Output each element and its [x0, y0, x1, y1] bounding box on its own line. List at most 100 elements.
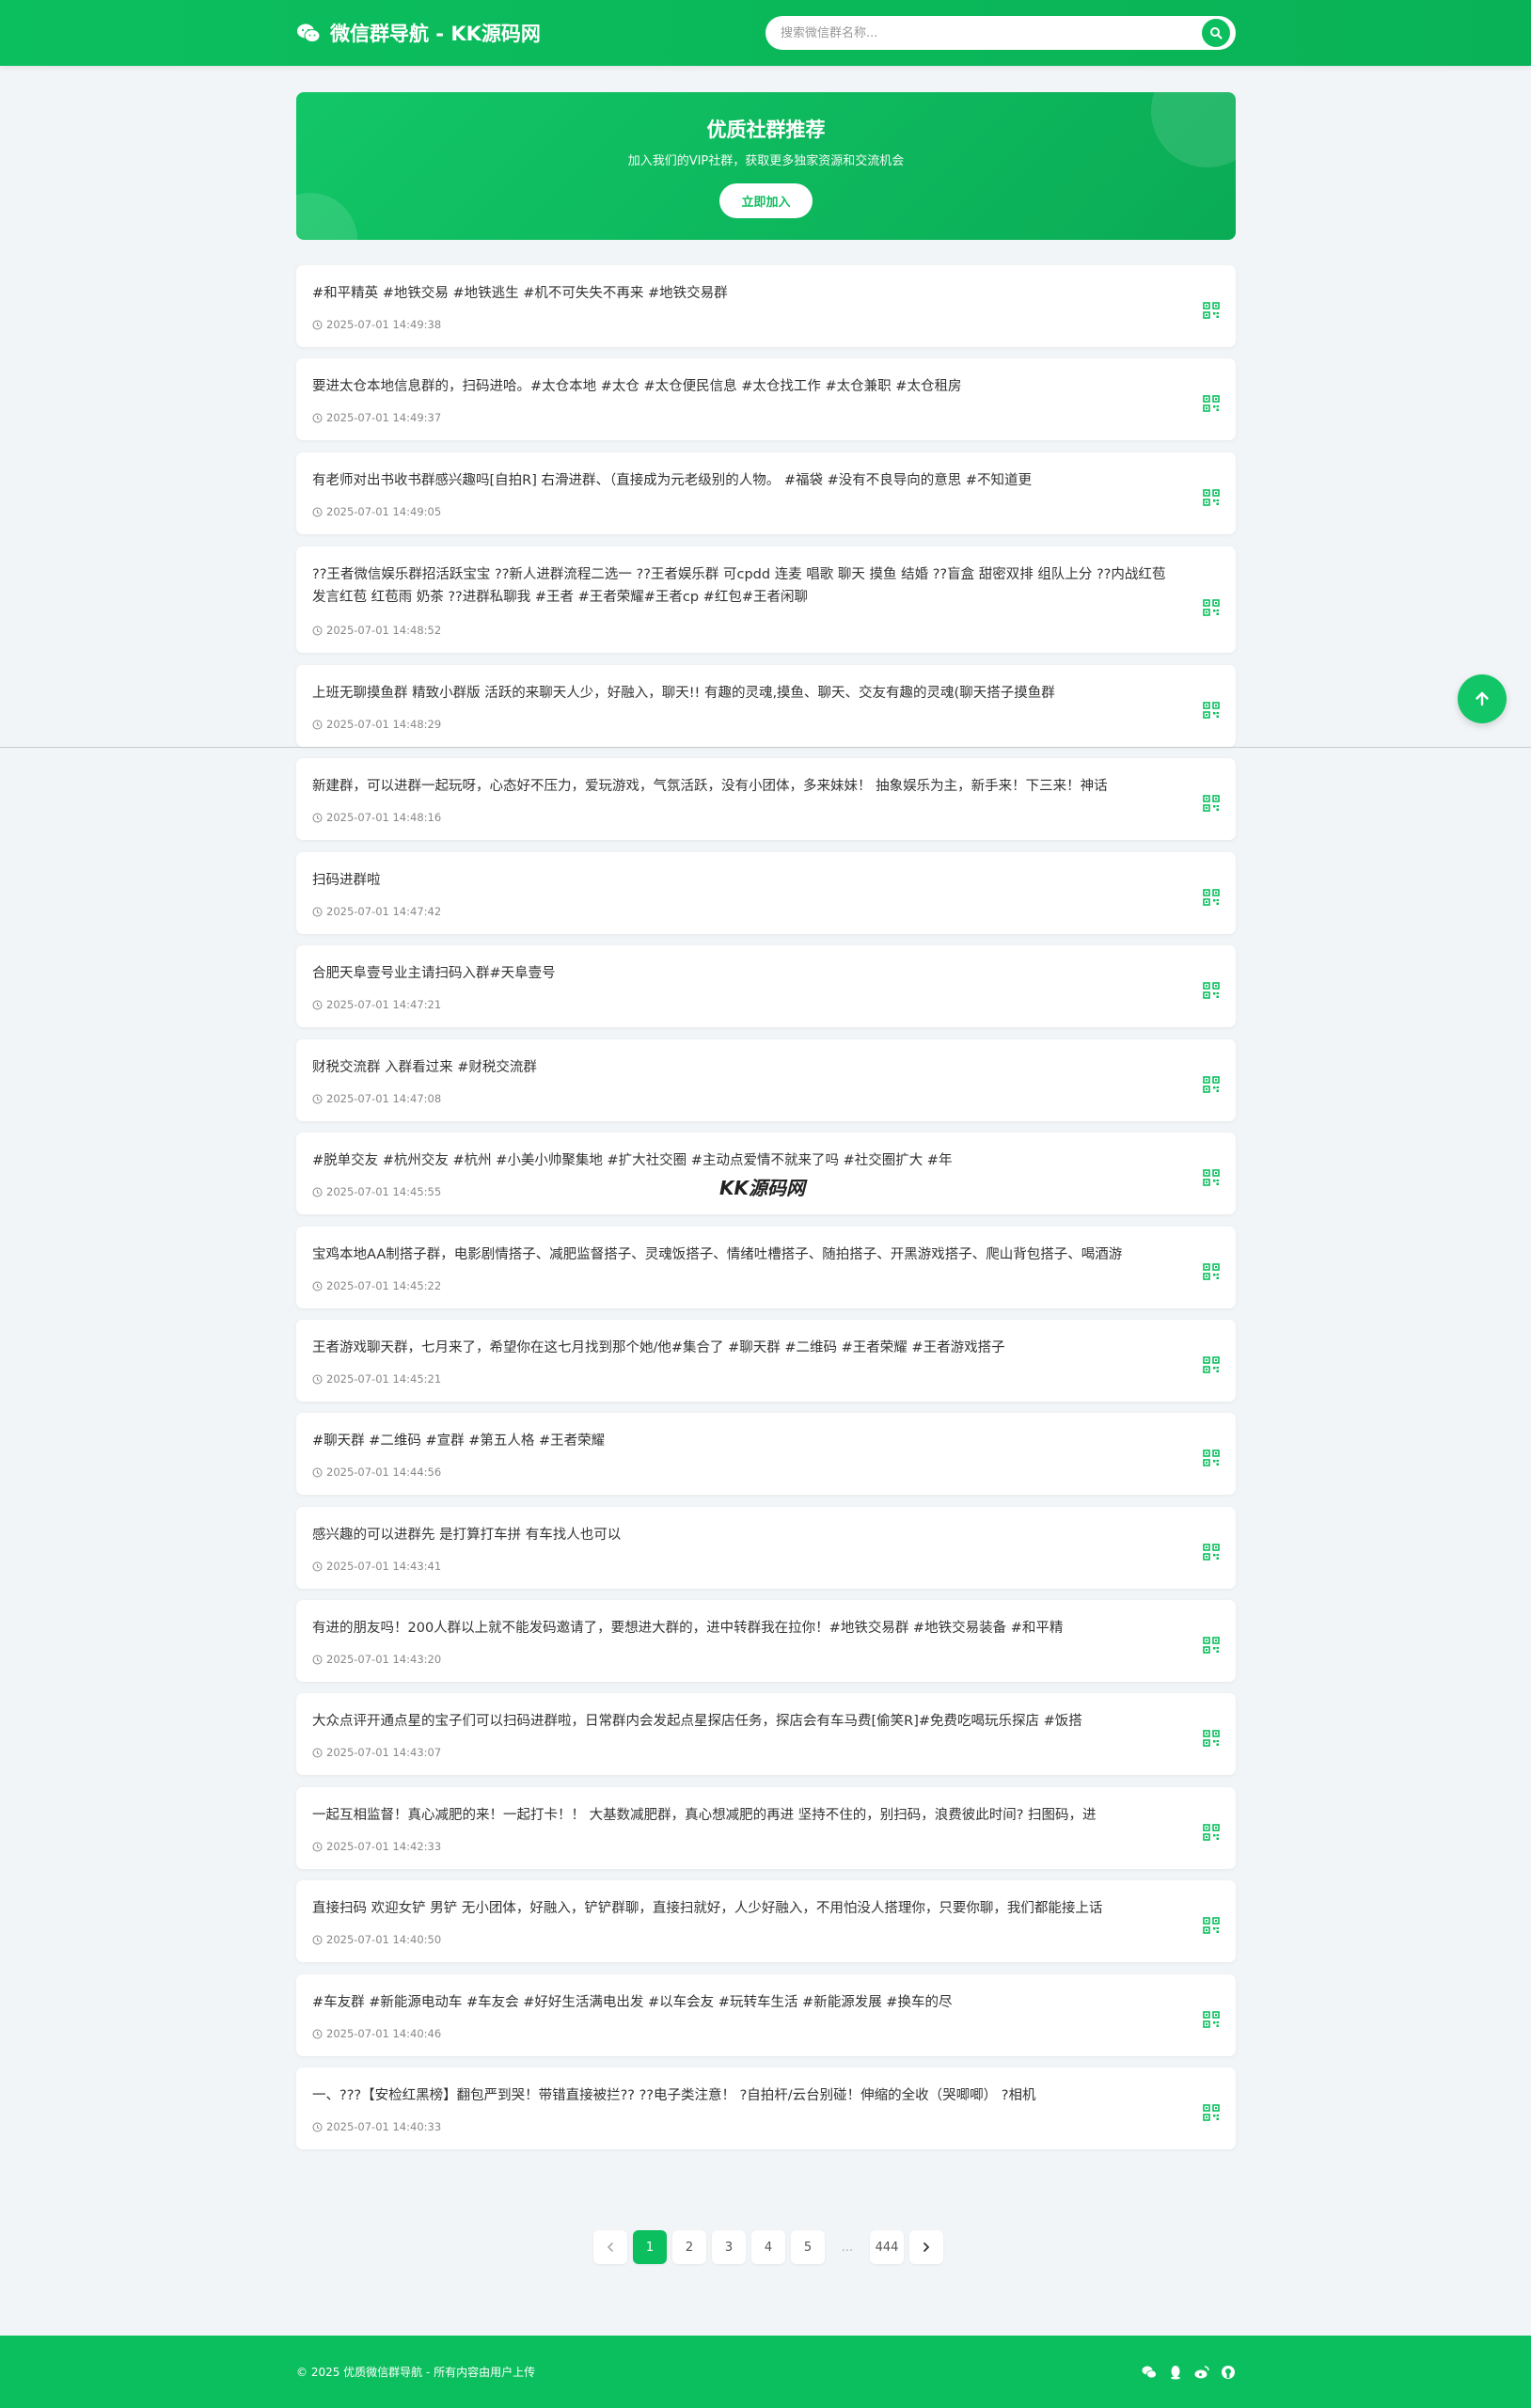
group-card[interactable]: 一起互相监督！真心减肥的来！一起打卡！！ 大基数减肥群，真心想减肥的再进 坚持不…: [296, 1787, 1236, 1869]
chevron-left-icon: [607, 2242, 613, 2252]
group-card[interactable]: 合肥天阜壹号业主请扫码入群#天阜壹号 2025-07-01 14:47:21: [296, 945, 1236, 1027]
qrcode-icon[interactable]: [1203, 1729, 1220, 1747]
qrcode-icon[interactable]: [1203, 598, 1220, 616]
group-title[interactable]: 感兴趣的可以进群先 是打算打车拼 有车找人也可以: [312, 1524, 1179, 1546]
group-card[interactable]: 王者游戏聊天群，七月来了，希望你在这七月找到那个她/他#集合了 #聊天群 #二维…: [296, 1320, 1236, 1402]
group-card[interactable]: 大众点评开通点星的宝子们可以扫码进群啦，日常群内会发起点星探店任务，探店会有车马…: [296, 1693, 1236, 1775]
group-card[interactable]: ??王者微信娱乐群招活跃宝宝 ??新人进群流程二选一 ??王者娱乐群 可cpdd…: [296, 547, 1236, 653]
timestamp-text: 2025-07-01 14:48:16: [326, 811, 442, 824]
clock-icon: [312, 1094, 323, 1103]
clock-icon: [312, 320, 323, 329]
group-title[interactable]: 合肥天阜壹号业主请扫码入群#天阜壹号: [312, 962, 1179, 985]
group-card[interactable]: #和平精英 #地铁交易 #地铁逃生 #机不可失失不再来 #地铁交易群 2025-0…: [296, 265, 1236, 347]
group-timestamp: 2025-07-01 14:40:46: [312, 2027, 441, 2040]
page-button[interactable]: 4: [751, 2230, 785, 2264]
qrcode-icon[interactable]: [1203, 1168, 1220, 1186]
group-title[interactable]: 大众点评开通点星的宝子们可以扫码进群啦，日常群内会发起点星探店任务，探店会有车马…: [312, 1710, 1179, 1733]
group-timestamp: 2025-07-01 14:47:42: [312, 905, 441, 918]
banner-subtitle: 加入我们的VIP社群，获取更多独家资源和交流机会: [627, 154, 905, 168]
qrcode-icon[interactable]: [1203, 1075, 1220, 1093]
group-title[interactable]: 上班无聊摸鱼群 精致小群版 活跃的来聊天人少，好融入，聊天!! 有趣的灵魂,摸鱼…: [312, 682, 1179, 705]
qrcode-icon[interactable]: [1203, 1543, 1220, 1560]
qrcode-icon[interactable]: [1203, 1262, 1220, 1280]
timestamp-text: 2025-07-01 14:49:37: [326, 411, 442, 424]
group-card[interactable]: 财税交流群 入群看过来 #财税交流群 2025-07-01 14:47:08: [296, 1039, 1236, 1121]
qrcode-icon[interactable]: [1203, 1823, 1220, 1841]
group-card[interactable]: 有老师对出书收书群感兴趣吗[自拍R] 右滑进群、（直接成为元老级别的人物。 #福…: [296, 452, 1236, 534]
group-title[interactable]: #聊天群 #二维码 #宣群 #第五人格 #王者荣耀: [312, 1430, 1179, 1452]
timestamp-text: 2025-07-01 14:42:33: [326, 1840, 442, 1853]
qrcode-icon[interactable]: [1203, 2010, 1220, 2028]
wechat-icon[interactable]: [1142, 2365, 1157, 2380]
clock-icon: [312, 1000, 323, 1009]
clock-icon: [312, 1561, 323, 1571]
timestamp-text: 2025-07-01 14:47:08: [326, 1092, 442, 1105]
page-button[interactable]: 2: [672, 2230, 706, 2264]
group-card[interactable]: 有进的朋友吗！200人群以上就不能发码邀请了，要想进大群的，进中转群我在拉你！#…: [296, 1600, 1236, 1682]
group-card[interactable]: 宝鸡本地AA制搭子群，电影剧情搭子、减肥监督搭子、灵魂饭搭子、情绪吐槽搭子、随拍…: [296, 1227, 1236, 1308]
group-timestamp: 2025-07-01 14:49:38: [312, 318, 441, 331]
qrcode-icon[interactable]: [1203, 794, 1220, 812]
qrcode-icon[interactable]: [1203, 2103, 1220, 2121]
banner-title: 优质社群推荐: [706, 119, 826, 141]
qrcode-icon[interactable]: [1203, 1636, 1220, 1654]
group-title[interactable]: #车友群 #新能源电动车 #车友会 #好好生活满电出发 #以车会友 #玩转车生活…: [312, 1991, 1179, 2014]
group-title[interactable]: 直接扫码 欢迎女铲 男铲 无小团体，好融入，铲铲群聊，直接扫就好，人少好融入，不…: [312, 1897, 1179, 1920]
qrcode-icon[interactable]: [1203, 981, 1220, 999]
clock-icon: [312, 2029, 323, 2038]
group-timestamp: 2025-07-01 14:43:41: [312, 1560, 441, 1573]
group-title[interactable]: 一、???【安检红黑榜】翻包严到哭！带错直接被拦?? ??电子类注意！ ?自拍杆…: [312, 2084, 1179, 2107]
clock-icon: [312, 413, 323, 422]
weibo-icon[interactable]: [1194, 2365, 1209, 2380]
qrcode-icon[interactable]: [1203, 1355, 1220, 1373]
qrcode-icon[interactable]: [1203, 1449, 1220, 1466]
group-title[interactable]: 王者游戏聊天群，七月来了，希望你在这七月找到那个她/他#集合了 #聊天群 #二维…: [312, 1337, 1179, 1359]
group-card[interactable]: 上班无聊摸鱼群 精致小群版 活跃的来聊天人少，好融入，聊天!! 有趣的灵魂,摸鱼…: [296, 665, 1236, 747]
group-card[interactable]: 新建群，可以进群一起玩呀，心态好不压力，爱玩游戏，气氛活跃，没有小团体，多来妹妹…: [296, 758, 1236, 840]
next-page-button[interactable]: [909, 2230, 943, 2264]
group-title[interactable]: 宝鸡本地AA制搭子群，电影剧情搭子、减肥监督搭子、灵魂饭搭子、情绪吐槽搭子、随拍…: [312, 1244, 1179, 1266]
group-title[interactable]: 扫码进群啦: [312, 869, 1179, 892]
group-card[interactable]: 一、???【安检红黑榜】翻包严到哭！带错直接被拦?? ??电子类注意！ ?自拍杆…: [296, 2067, 1236, 2149]
group-title[interactable]: 新建群，可以进群一起玩呀，心态好不压力，爱玩游戏，气氛活跃，没有小团体，多来妹妹…: [312, 775, 1179, 798]
social-links: [1142, 2336, 1236, 2408]
back-to-top-button[interactable]: [1458, 674, 1507, 723]
group-card[interactable]: #车友群 #新能源电动车 #车友会 #好好生活满电出发 #以车会友 #玩转车生活…: [296, 1974, 1236, 2056]
join-button[interactable]: 立即加入: [719, 183, 813, 218]
group-title[interactable]: 财税交流群 入群看过来 #财税交流群: [312, 1056, 1179, 1079]
timestamp-text: 2025-07-01 14:45:21: [326, 1372, 442, 1386]
github-icon[interactable]: [1221, 2365, 1236, 2380]
search-button[interactable]: [1202, 19, 1230, 47]
group-title[interactable]: #和平精英 #地铁交易 #地铁逃生 #机不可失失不再来 #地铁交易群: [312, 282, 1179, 305]
timestamp-text: 2025-07-01 14:43:41: [326, 1560, 442, 1573]
page-button[interactable]: 5: [791, 2230, 825, 2264]
qrcode-icon[interactable]: [1203, 488, 1220, 506]
group-title[interactable]: 一起互相监督！真心减肥的来！一起打卡！！ 大基数减肥群，真心想减肥的再进 坚持不…: [312, 1804, 1179, 1827]
page-button[interactable]: 3: [712, 2230, 746, 2264]
group-card[interactable]: 扫码进群啦 2025-07-01 14:47:42: [296, 852, 1236, 934]
group-card[interactable]: 感兴趣的可以进群先 是打算打车拼 有车找人也可以 2025-07-01 14:43…: [296, 1507, 1236, 1589]
group-title[interactable]: 有进的朋友吗！200人群以上就不能发码邀请了，要想进大群的，进中转群我在拉你！#…: [312, 1617, 1179, 1640]
brand[interactable]: 微信群导航 - KK源码网: [296, 0, 541, 66]
qrcode-icon[interactable]: [1203, 701, 1220, 719]
qrcode-icon[interactable]: [1203, 1916, 1220, 1934]
prev-page-button[interactable]: [593, 2230, 627, 2264]
page-button[interactable]: 444: [870, 2230, 904, 2264]
group-title[interactable]: ??王者微信娱乐群招活跃宝宝 ??新人进群流程二选一 ??王者娱乐群 可cpdd…: [312, 563, 1179, 609]
qrcode-icon[interactable]: [1203, 301, 1220, 319]
group-card[interactable]: 直接扫码 欢迎女铲 男铲 无小团体，好融入，铲铲群聊，直接扫就好，人少好融入，不…: [296, 1880, 1236, 1962]
page-button[interactable]: 1: [633, 2230, 667, 2264]
qq-icon[interactable]: [1168, 2365, 1183, 2380]
qrcode-icon[interactable]: [1203, 888, 1220, 906]
group-title[interactable]: 要进太仓本地信息群的，扫码进哈。#太仓本地 #太仓 #太仓便民信息 #太仓找工作…: [312, 375, 1179, 398]
timestamp-text: 2025-07-01 14:40:50: [326, 1933, 442, 1946]
search-input[interactable]: [781, 25, 1176, 40]
group-title[interactable]: 有老师对出书收书群感兴趣吗[自拍R] 右滑进群、（直接成为元老级别的人物。 #福…: [312, 469, 1179, 492]
watermark: KK源码网: [719, 1177, 805, 1199]
timestamp-text: 2025-07-01 14:47:21: [326, 998, 442, 1011]
group-card[interactable]: #聊天群 #二维码 #宣群 #第五人格 #王者荣耀 2025-07-01 14:4…: [296, 1413, 1236, 1495]
qrcode-icon[interactable]: [1203, 394, 1220, 412]
group-card[interactable]: 要进太仓本地信息群的，扫码进哈。#太仓本地 #太仓 #太仓便民信息 #太仓找工作…: [296, 358, 1236, 440]
clock-icon: [312, 907, 323, 916]
group-title[interactable]: #脱单交友 #杭州交友 #杭州 #小美小帅聚集地 #扩大社交圈 #主动点爱情不就…: [312, 1149, 1179, 1172]
